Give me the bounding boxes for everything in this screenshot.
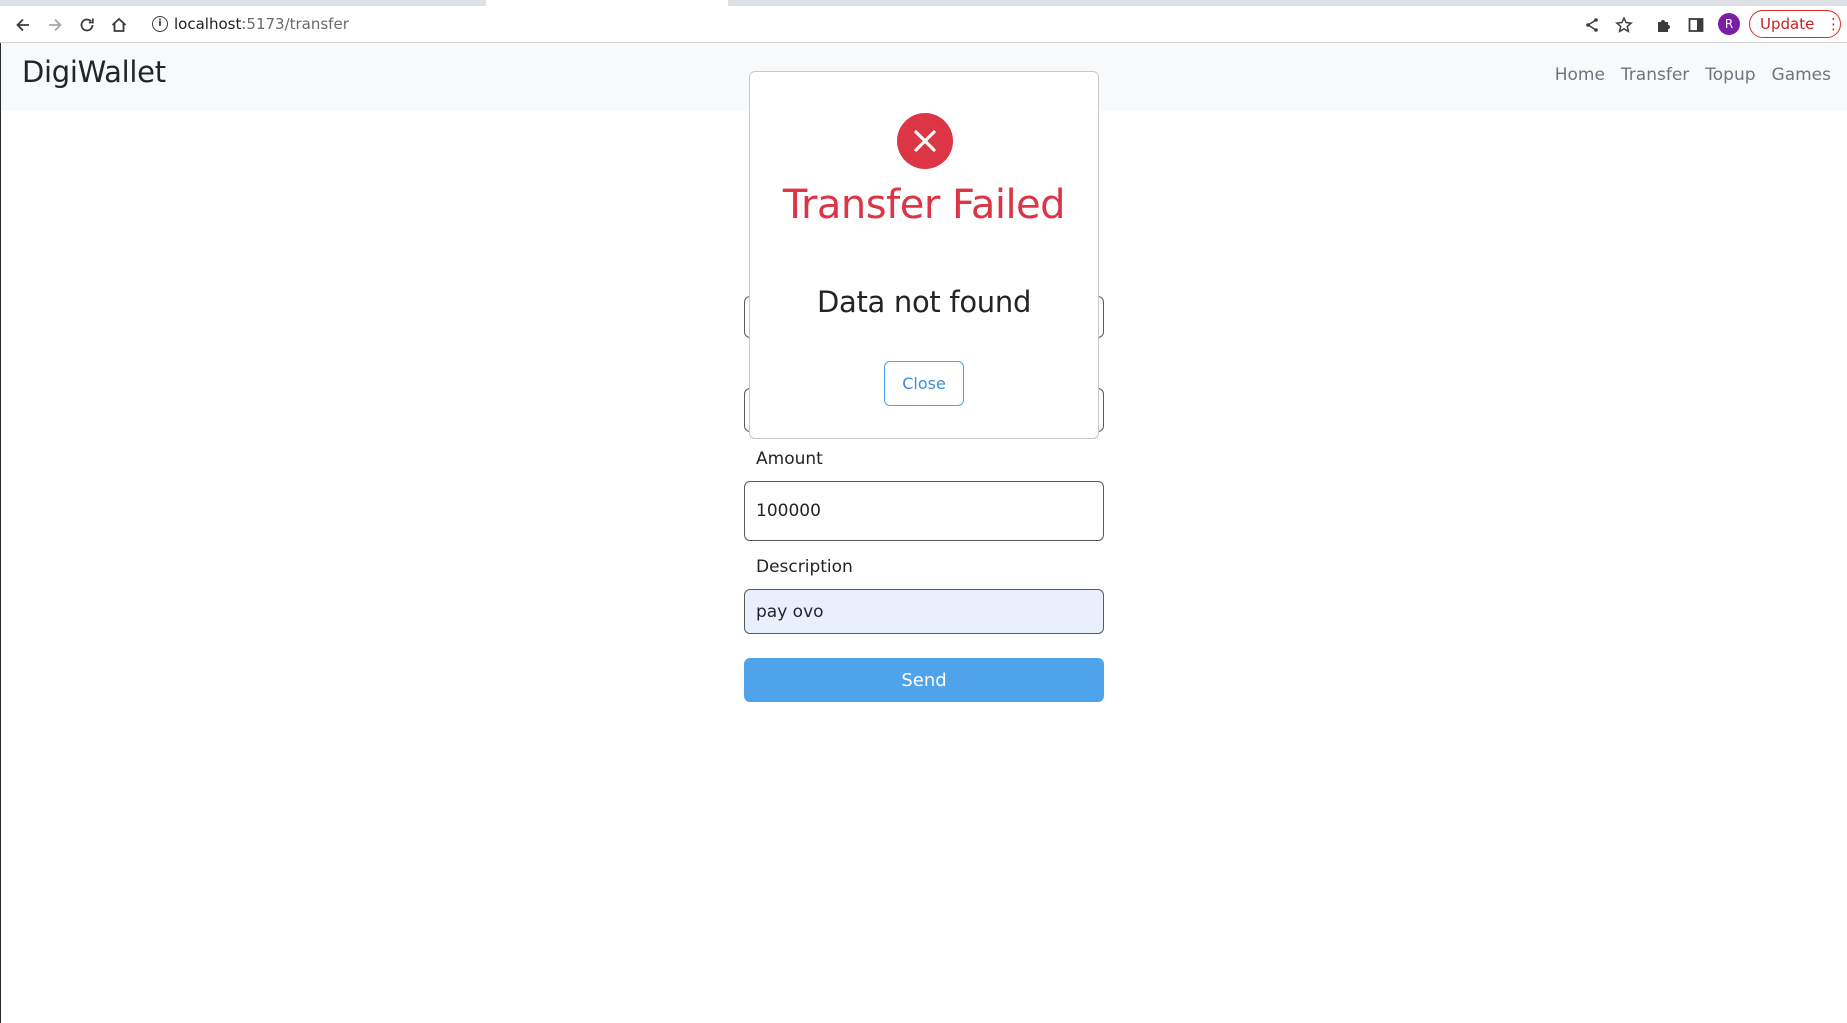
x-circle-icon xyxy=(897,113,953,169)
error-modal: Transfer Failed Data not found Close xyxy=(749,71,1099,439)
nav-link-transfer[interactable]: Transfer xyxy=(1621,65,1689,85)
side-panel-icon[interactable] xyxy=(1681,6,1711,43)
nav-link-topup[interactable]: Topup xyxy=(1705,65,1755,85)
url-host: localhost xyxy=(174,15,242,33)
modal-title: Transfer Failed xyxy=(782,182,1066,228)
nav-link-games[interactable]: Games xyxy=(1772,65,1831,85)
star-icon[interactable] xyxy=(1609,6,1639,43)
brand-logo[interactable]: DigiWallet xyxy=(22,55,166,89)
share-icon[interactable] xyxy=(1577,6,1607,43)
send-button[interactable]: Send xyxy=(744,658,1104,702)
window-left-edge xyxy=(0,43,1,1023)
profile-avatar[interactable]: R xyxy=(1718,13,1740,35)
url-path: :5173/transfer xyxy=(241,15,349,33)
arrow-left-icon[interactable] xyxy=(8,6,38,43)
nav-links: Home Transfer Topup Games xyxy=(1555,65,1831,85)
url-text[interactable]: localhost:5173/transfer xyxy=(174,15,349,33)
browser-toolbar: i localhost:5173/transfer R Update ⋮ xyxy=(0,6,1847,43)
amount-label: Amount xyxy=(756,449,823,469)
home-icon[interactable] xyxy=(104,6,134,43)
description-label: Description xyxy=(756,557,853,577)
kebab-menu-icon[interactable]: ⋮ xyxy=(1826,14,1841,34)
info-icon[interactable]: i xyxy=(152,16,168,32)
update-label: Update xyxy=(1760,15,1815,33)
puzzle-icon[interactable] xyxy=(1649,6,1679,43)
update-button[interactable]: Update ⋮ xyxy=(1749,10,1841,38)
arrow-right-icon[interactable] xyxy=(40,6,70,43)
modal-message: Data not found xyxy=(816,285,1032,319)
nav-link-home[interactable]: Home xyxy=(1555,65,1605,85)
address-bar[interactable]: i localhost:5173/transfer xyxy=(148,10,1578,39)
amount-input[interactable]: 100000 xyxy=(744,481,1104,541)
close-button[interactable]: Close xyxy=(884,361,964,406)
reload-icon[interactable] xyxy=(72,6,102,43)
description-input[interactable]: pay ovo xyxy=(744,589,1104,634)
page: i localhost:5173/transfer R Update ⋮ Dig… xyxy=(0,0,1847,1023)
